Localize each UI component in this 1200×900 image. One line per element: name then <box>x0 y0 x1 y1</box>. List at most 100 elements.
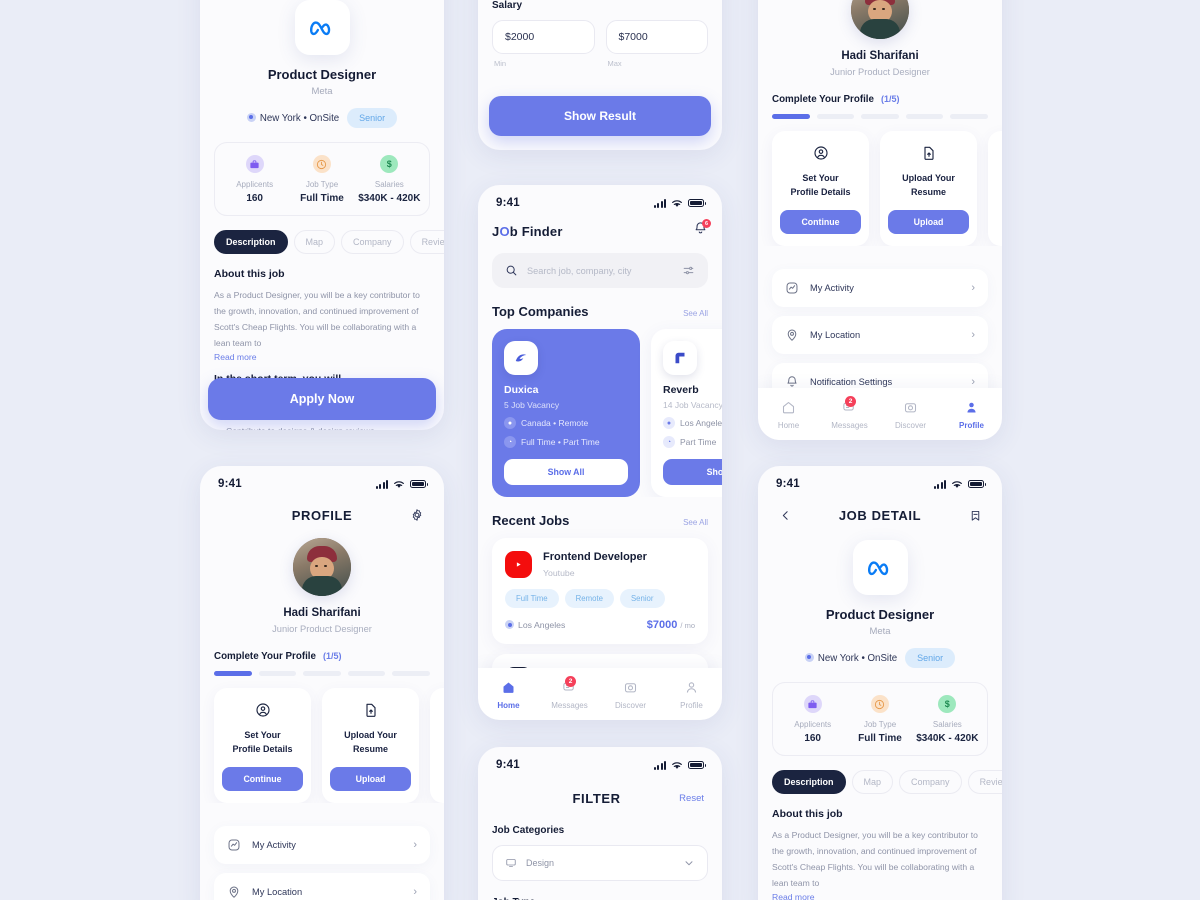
section-title: Recent Jobs <box>492 513 570 528</box>
read-more-link[interactable]: Read more <box>758 892 1002 900</box>
upload-button[interactable]: Upload <box>888 210 969 235</box>
profile-name: Hadi Sharifani <box>841 50 919 62</box>
notification-button[interactable]: 6 <box>693 219 711 241</box>
bookmark-button[interactable] <box>966 506 984 524</box>
back-button[interactable] <box>776 506 794 524</box>
user-circle-icon <box>813 145 828 160</box>
search-bar[interactable]: Search job, company, city <box>492 253 708 288</box>
upload-file-icon <box>923 146 934 160</box>
tab-map[interactable]: Map <box>851 770 894 794</box>
tab-description[interactable]: Description <box>214 230 288 254</box>
tab-company[interactable]: Company <box>341 230 404 254</box>
bottom-tabbar: Home 2 Messages Discover Profile <box>478 668 722 720</box>
avatar <box>293 538 351 596</box>
read-more-link[interactable]: Read more <box>200 352 444 362</box>
notification-badge: 6 <box>702 219 711 228</box>
job-location: New York • OnSite <box>246 112 339 124</box>
status-time: 9:41 <box>496 759 520 771</box>
company-vacancy: 5 Job Vacancy <box>504 400 560 410</box>
job-detail-screen-bottom-right: 9:41 JOB DETAIL Product Designer Meta Ne… <box>758 466 1002 900</box>
stat-applicants: Applicents 160 <box>221 155 288 204</box>
profile-action-cards[interactable]: Set Your Profile Details Continue Upload… <box>200 676 444 804</box>
card-partial[interactable] <box>430 687 444 804</box>
stat-value: Full Time <box>300 193 344 204</box>
continue-button[interactable]: Continue <box>780 210 861 235</box>
company-location: ● Canada • Remote <box>504 417 628 429</box>
tab-map[interactable]: Map <box>293 230 336 254</box>
tab-home[interactable]: Home <box>758 399 819 430</box>
tab-reviews[interactable]: Reviews <box>409 230 444 254</box>
row-label: My Location <box>810 330 861 341</box>
stat-salaries: $ Salaries $340K - 420K <box>914 695 981 744</box>
job-card-frontend-developer[interactable]: Frontend Developer Youtube Full Time Rem… <box>492 538 708 644</box>
section-title: Top Companies <box>492 304 589 319</box>
job-categories-select[interactable]: Design <box>492 845 708 881</box>
tab-profile[interactable]: Profile <box>941 399 1002 430</box>
profile-screen-bottom-left: 9:41 PROFILE Hadi Sharifani Junior Produ… <box>200 466 444 900</box>
clock-icon <box>870 695 889 713</box>
card-set-profile-details[interactable]: Set Your Profile Details Continue <box>214 687 311 804</box>
tab-description[interactable]: Description <box>772 770 846 794</box>
profile-icon <box>941 399 1002 416</box>
card-set-profile-details[interactable]: Set Your Profile Details Continue <box>772 130 869 247</box>
row-label: Notification Settings <box>810 377 893 388</box>
battery-icon <box>968 479 986 489</box>
job-title: Product Designer <box>267 67 377 82</box>
profile-name: Hadi Sharifani <box>283 607 361 619</box>
row-my-location[interactable]: My Location › <box>214 873 430 900</box>
company-location: ●Los Angeles • Canada <box>663 417 722 429</box>
row-my-location[interactable]: My Location › <box>772 316 988 355</box>
company-show-all-button[interactable]: Show All <box>663 459 722 485</box>
card-upload-resume[interactable]: Upload Your Resume Upload <box>322 687 419 804</box>
job-detail-tabs: Description Map Company Reviews <box>200 216 444 254</box>
briefcase-icon <box>803 695 822 713</box>
salary-min-caption: Min <box>494 59 507 68</box>
company-logo <box>852 540 908 595</box>
reset-button[interactable]: Reset <box>679 793 704 804</box>
job-location: Los Angeles <box>505 620 565 630</box>
wifi-icon <box>672 761 682 769</box>
company-card-duxica[interactable]: Duxica 5 Job Vacancy ● Canada • Remote ◔ F… <box>492 329 640 497</box>
salary-min-input[interactable]: $2000 <box>492 20 595 54</box>
see-all-jobs-link[interactable]: See All <box>683 518 708 527</box>
tab-discover[interactable]: Discover <box>880 399 941 430</box>
search-input[interactable]: Search job, company, city <box>527 266 673 276</box>
stat-label: Job Type <box>863 720 897 729</box>
chevron-right-icon: › <box>413 886 417 899</box>
tab-reviews[interactable]: Reviews <box>967 770 1002 794</box>
stat-label: Applicents <box>236 180 274 189</box>
salary-max-input[interactable]: $7000 <box>605 20 708 54</box>
companies-carousel[interactable]: Duxica 5 Job Vacancy ● Canada • Remote ◔ F… <box>478 319 722 497</box>
tab-messages[interactable]: 2 Messages <box>819 395 880 430</box>
card-partial[interactable] <box>988 130 1002 247</box>
job-pay: $7000 / mo <box>646 619 695 631</box>
location-pin-icon <box>246 112 256 122</box>
status-time: 9:41 <box>218 478 242 490</box>
tab-discover[interactable]: Discover <box>600 679 661 710</box>
tab-home[interactable]: Home <box>478 679 539 710</box>
tab-company[interactable]: Company <box>899 770 962 794</box>
see-all-companies-link[interactable]: See All <box>683 309 708 318</box>
job-categories-label: Job Categories <box>492 825 565 836</box>
complete-profile-count: (1/5) <box>322 651 342 661</box>
job-detail-navbar: JOB DETAIL <box>758 494 1002 528</box>
messages-badge: 2 <box>845 395 856 407</box>
chevron-down-icon <box>685 861 693 866</box>
row-my-activity[interactable]: My Activity › <box>772 269 988 308</box>
card-upload-resume[interactable]: Upload Your Resume Upload <box>880 130 977 247</box>
company-show-all-button[interactable]: Show All <box>504 459 628 485</box>
show-result-button[interactable]: Show Result <box>489 96 711 136</box>
settings-button[interactable] <box>408 506 426 524</box>
row-my-activity[interactable]: My Activity › <box>214 826 430 865</box>
upload-button[interactable]: Upload <box>330 767 411 792</box>
continue-button[interactable]: Continue <box>222 767 303 792</box>
apply-now-button[interactable]: Apply Now <box>208 378 436 420</box>
tab-messages[interactable]: 2 Messages <box>539 675 600 710</box>
card-line2: Profile Details <box>790 186 851 197</box>
dollar-icon: $ <box>938 695 957 713</box>
company-card-reverb[interactable]: Reverb 14 Job Vacancy ●Los Angeles • Can… <box>651 329 722 497</box>
tab-profile[interactable]: Profile <box>661 679 722 710</box>
company-logo <box>294 0 350 55</box>
profile-action-cards[interactable]: Set Your Profile Details Continue Upload… <box>758 119 1002 247</box>
